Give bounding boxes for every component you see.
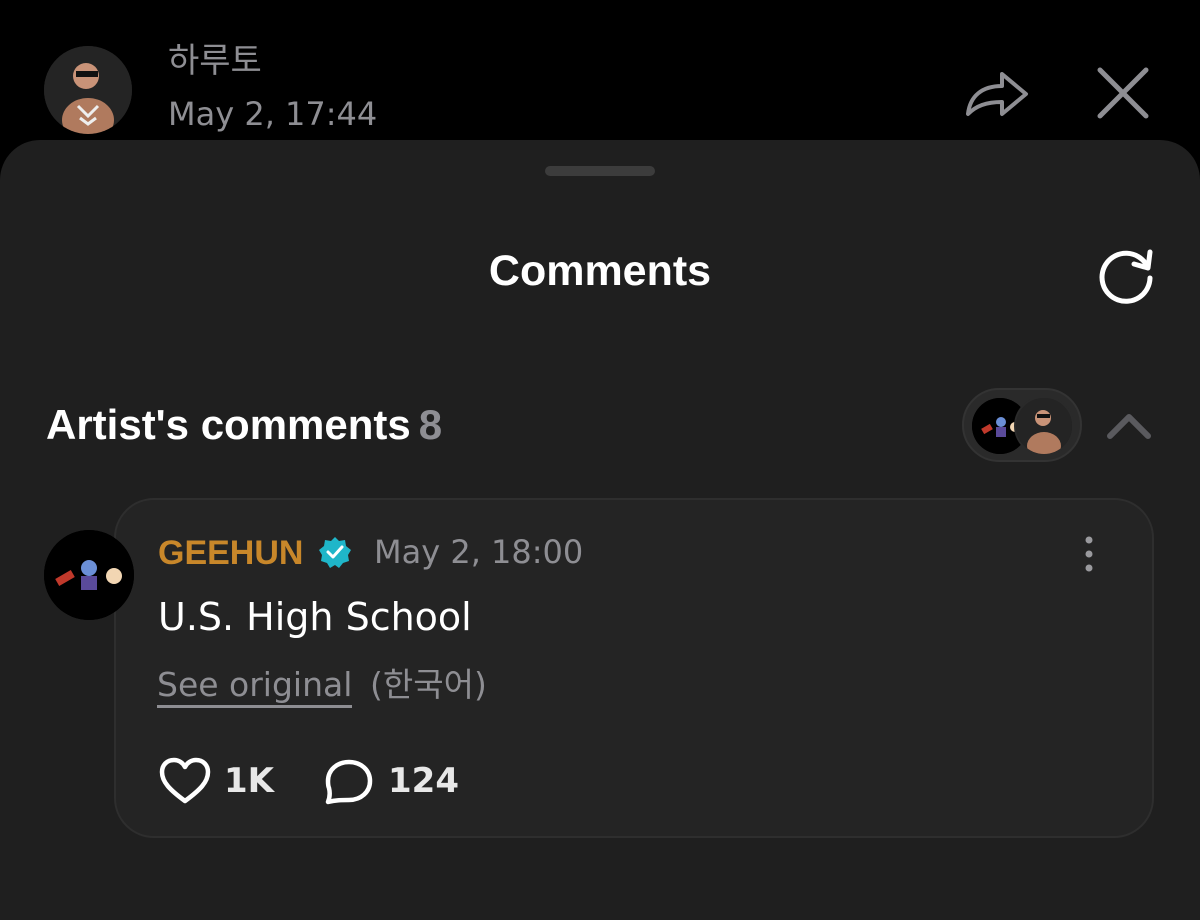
artist-comments-count: 8 bbox=[418, 401, 443, 448]
comment-author-name[interactable]: GEEHUN bbox=[158, 536, 303, 570]
close-icon[interactable] bbox=[1094, 64, 1152, 122]
artist-avatar-stack[interactable] bbox=[962, 388, 1082, 462]
artist-avatar[interactable] bbox=[44, 46, 132, 134]
verified-badge-icon bbox=[319, 537, 351, 568]
post-header: 하루토 May 2, 17:44 bbox=[0, 0, 1200, 140]
refresh-icon[interactable] bbox=[1094, 244, 1158, 308]
artist-name: 하루토 bbox=[168, 41, 262, 81]
like-count: 1K bbox=[224, 761, 275, 801]
heart-icon[interactable] bbox=[158, 756, 212, 806]
original-language: (한국어) bbox=[370, 665, 487, 704]
post-date: May 2, 17:44 bbox=[168, 95, 378, 133]
share-icon[interactable] bbox=[962, 62, 1032, 122]
chevron-up-icon[interactable] bbox=[1104, 408, 1154, 442]
comment-date: May 2, 18:00 bbox=[374, 533, 584, 571]
comment-author-avatar[interactable] bbox=[44, 530, 134, 620]
reply-count: 124 bbox=[388, 761, 459, 801]
comment-text: U.S. High School bbox=[158, 595, 472, 639]
comments-sheet: Comments Artist's comments 8 GEEHUN May … bbox=[0, 140, 1200, 920]
sheet-drag-handle[interactable] bbox=[545, 166, 655, 176]
see-original-link[interactable]: See original bbox=[157, 668, 353, 708]
artist-comments-heading: Artist's comments 8 bbox=[46, 404, 442, 446]
sheet-title: Comments bbox=[488, 247, 712, 295]
chat-bubble-icon[interactable] bbox=[324, 758, 374, 806]
more-vertical-icon[interactable] bbox=[1076, 534, 1102, 574]
artist-comments-title: Artist's comments bbox=[46, 401, 411, 448]
haruto-avatar-small bbox=[1014, 396, 1074, 456]
